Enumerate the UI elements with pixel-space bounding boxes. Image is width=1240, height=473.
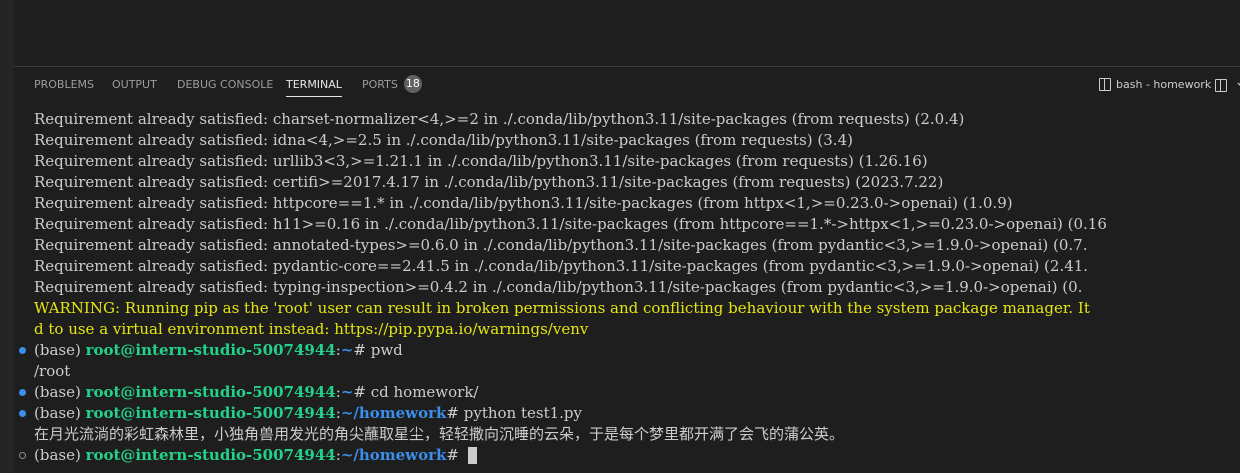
terminal-line: Requirement already satisfied: urllib3<3… bbox=[34, 152, 928, 170]
terminal-line: Requirement already satisfied: idna<4,>=… bbox=[34, 131, 853, 149]
command-text: pwd bbox=[370, 341, 403, 359]
user-host: root@intern-studio-50074944 bbox=[85, 404, 336, 422]
tab-problems[interactable]: PROBLEMS bbox=[34, 67, 94, 103]
terminal-line: Requirement already satisfied: charset-n… bbox=[34, 110, 965, 128]
terminal-selector[interactable]: bash - homework bbox=[1099, 67, 1211, 103]
split-terminal-icon[interactable] bbox=[1215, 79, 1227, 92]
env-prefix: (base) bbox=[34, 446, 86, 464]
user-host: root@intern-studio-50074944 bbox=[85, 383, 336, 401]
warning-line: WARNING: Running pip as the 'root' user … bbox=[34, 299, 1090, 317]
warning-line: d to use a virtual environment instead: … bbox=[34, 320, 589, 338]
activity-bar bbox=[0, 0, 14, 473]
prompt-line-current[interactable]: (base) root@intern-studio-50074944:~/hom… bbox=[34, 445, 477, 466]
command-success-icon[interactable] bbox=[19, 347, 26, 354]
terminal-line: Requirement already satisfied: pydantic-… bbox=[34, 257, 1089, 275]
terminal-line: Requirement already satisfied: annotated… bbox=[34, 236, 1088, 254]
prompt-path: ~ bbox=[340, 383, 354, 401]
tab-ports-label: PORTS bbox=[362, 78, 398, 91]
ports-count-badge: 18 bbox=[403, 75, 422, 93]
prompt-dollar: # bbox=[353, 341, 371, 359]
command-success-icon[interactable] bbox=[19, 410, 26, 417]
terminal-line: Requirement already satisfied: certifi>=… bbox=[34, 173, 944, 191]
terminal-line: Requirement already satisfied: typing-in… bbox=[34, 278, 1083, 296]
user-host: root@intern-studio-50074944 bbox=[85, 341, 336, 359]
command-success-icon[interactable] bbox=[19, 389, 26, 396]
python-output: 在月光流淌的彩虹森林里，小独角兽用发光的角尖蘸取星尘，轻轻撒向沉睡的云朵，于是每… bbox=[34, 425, 845, 443]
env-prefix: (base) bbox=[34, 404, 86, 422]
prompt-line-pwd: (base) root@intern-studio-50074944:~# pw… bbox=[34, 340, 403, 361]
prompt-path: ~/homework bbox=[340, 404, 447, 422]
vscode-window: PROBLEMS OUTPUT DEBUG CONSOLE TERMINAL P… bbox=[0, 0, 1240, 473]
terminal-cursor bbox=[467, 446, 477, 464]
command-text: python test1.py bbox=[463, 404, 582, 422]
prompt-dollar: # bbox=[446, 446, 464, 464]
env-prefix: (base) bbox=[34, 341, 86, 359]
terminal-line: Requirement already satisfied: h11>=0.16… bbox=[34, 215, 1107, 233]
prompt-dollar: # bbox=[446, 404, 464, 422]
prompt-line-python: (base) root@intern-studio-50074944:~/hom… bbox=[34, 403, 582, 424]
prompt-path: ~/homework bbox=[340, 446, 447, 464]
command-pending-icon[interactable] bbox=[19, 452, 26, 459]
user-host: root@intern-studio-50074944 bbox=[85, 446, 336, 464]
chevron-down-icon[interactable] bbox=[1234, 77, 1240, 93]
tab-ports[interactable]: PORTS 18 bbox=[362, 67, 422, 103]
tab-terminal[interactable]: TERMINAL bbox=[286, 67, 342, 103]
pwd-output: /root bbox=[34, 362, 71, 380]
tab-debug-console[interactable]: DEBUG CONSOLE bbox=[177, 67, 273, 103]
panel-header: PROBLEMS OUTPUT DEBUG CONSOLE TERMINAL P… bbox=[14, 67, 1240, 103]
tab-output[interactable]: OUTPUT bbox=[112, 67, 157, 103]
editor-area bbox=[14, 0, 1240, 67]
terminal-split-icon bbox=[1099, 77, 1111, 91]
env-prefix: (base) bbox=[34, 383, 86, 401]
prompt-path: ~ bbox=[340, 341, 354, 359]
terminal-output[interactable]: Requirement already satisfied: charset-n… bbox=[14, 103, 1240, 473]
command-text: cd homework/ bbox=[370, 383, 479, 401]
prompt-dollar: # bbox=[353, 383, 371, 401]
terminal-name: bash - homework bbox=[1116, 78, 1212, 91]
terminal-line: Requirement already satisfied: httpcore=… bbox=[34, 194, 1013, 212]
prompt-line-cd: (base) root@intern-studio-50074944:~# cd… bbox=[34, 382, 478, 403]
